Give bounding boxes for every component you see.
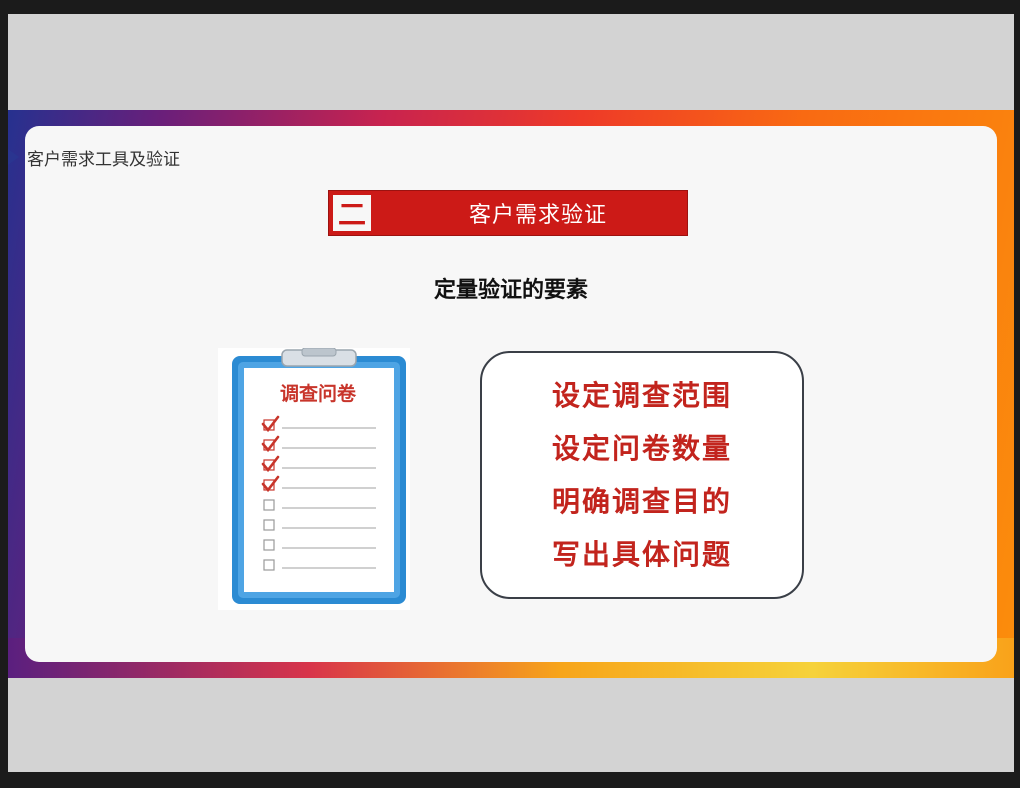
- section-number: 二: [333, 195, 371, 231]
- breadcrumb: 客户需求工具及验证: [8, 144, 180, 170]
- key-points-box: 设定调查范围 设定问卷数量 明确调查目的 写出具体问题: [480, 351, 804, 599]
- point-item: 写出具体问题: [551, 538, 732, 571]
- slide-content-card: 客户需求工具及验证 二 客户需求验证 定量验证的要素 调查问卷 设定调查范围 设…: [8, 126, 997, 662]
- checkbox-icon: [263, 539, 275, 551]
- checkbox-icon: [263, 499, 275, 511]
- slide-viewer: 客户需求工具及验证 二 客户需求验证 定量验证的要素 调查问卷 设定调查范围 设…: [8, 14, 1014, 772]
- checkbox-icon: [263, 519, 275, 531]
- slide: 客户需求工具及验证 二 客户需求验证 定量验证的要素 调查问卷 设定调查范围 设…: [8, 110, 1014, 678]
- clipboard-icon: 调查问卷: [232, 347, 406, 604]
- point-item: 设定问卷数量: [551, 432, 732, 465]
- clipboard-title: 调查问卷: [280, 382, 357, 405]
- checkbox-icon: [263, 559, 275, 571]
- breadcrumb-text: 客户需求工具及验证: [27, 149, 180, 170]
- point-item: 设定调查范围: [551, 379, 732, 412]
- page-subtitle: 定量验证的要素: [433, 278, 588, 303]
- section-title: 客户需求验证: [468, 203, 607, 228]
- point-item: 明确调查目的: [551, 485, 732, 518]
- clipboard-illustration: 调查问卷: [218, 347, 410, 610]
- section-banner: 二 客户需求验证: [328, 190, 688, 236]
- triangle-marker-icon: [8, 149, 19, 165]
